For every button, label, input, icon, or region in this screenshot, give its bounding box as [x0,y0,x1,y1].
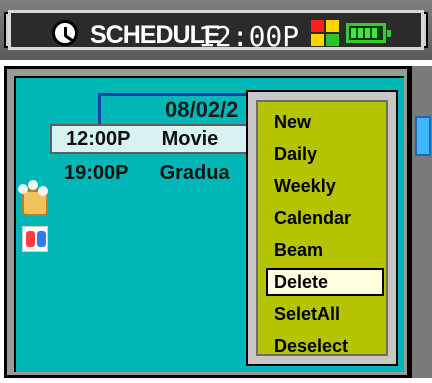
menu-item-deselect[interactable]: Deselect [266,332,384,360]
battery-cell [372,28,377,38]
person-figure-red [26,231,35,247]
color-square-yellow-2 [311,34,324,46]
menu-item-weekly[interactable]: Weekly [266,172,384,200]
scrollbar[interactable] [410,66,432,378]
event-time: 12:00P [66,128,131,150]
event-time: 19:00P [64,162,129,184]
context-menu-inner: New Daily Weekly Calendar Beam Delete Se… [256,100,388,356]
clock-icon[interactable] [52,20,78,46]
scrollbar-thumb[interactable] [415,116,431,156]
event-title: Movie [161,128,219,150]
schedule-screen: SCHEDULE 12:00P 08/02/2 12:00P Movie 19:… [0,0,432,383]
menu-item-beam[interactable]: Beam [266,236,384,264]
date-text: 08/02/2 [165,97,239,122]
battery-nub [387,30,391,37]
menu-item-calendar[interactable]: Calendar [266,204,384,232]
color-square-red [311,20,324,32]
menu-item-daily[interactable]: Daily [266,140,384,168]
clock-hand-minute [64,34,74,42]
color-square-green [326,34,339,46]
people-icon [22,226,48,252]
battery-cell [351,28,356,38]
menu-item-selectall[interactable]: SeletAll [266,300,384,328]
battery-icon [346,23,391,43]
color-grid-icon[interactable] [311,20,339,46]
menu-item-delete[interactable]: Delete [266,268,384,296]
battery-cell [358,28,363,38]
battery-cell [365,28,370,38]
person-figure-blue [37,231,46,247]
coffee-cup-icon [18,184,48,216]
menu-item-new[interactable]: New [266,108,384,136]
color-square-yellow [326,20,339,32]
event-title: Gradua [159,162,230,184]
current-time: 12:00P [198,20,300,53]
context-menu: New Daily Weekly Calendar Beam Delete Se… [246,90,398,366]
